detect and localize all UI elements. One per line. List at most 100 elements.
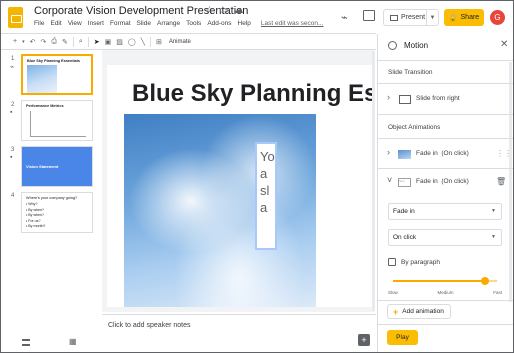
thumbnail-title: Vision Statement [26, 164, 59, 169]
text-box-icon[interactable]: ▣ [105, 38, 112, 46]
effect-select-value: Fade in [393, 208, 415, 215]
notes-divider-handle[interactable] [102, 314, 376, 315]
plus-icon: + [393, 306, 399, 317]
animation-item-2[interactable]: ˅ Text Fade in (On click) 🗑 [378, 171, 513, 193]
panel-divider [378, 138, 513, 139]
comment-add-icon[interactable]: ⊞ [156, 38, 162, 46]
title-icons: ☆ ▭ ☁ [205, 5, 243, 16]
image-icon[interactable]: ▨ [116, 38, 123, 46]
paint-format-icon[interactable]: ✎ [62, 38, 68, 46]
present-options-chevron-icon[interactable]: ▼ [426, 10, 438, 25]
folder-icon[interactable]: ▭ [219, 5, 228, 16]
shape-icon[interactable]: ◯ [128, 38, 136, 46]
canvas-scrollbar[interactable] [372, 51, 375, 311]
slide-transition-label: Slide Transition [388, 69, 433, 76]
add-animation-button[interactable]: + Add animation [387, 304, 451, 319]
slide-thumbnail-2[interactable]: Performance Metrics [21, 100, 93, 141]
menu-tools[interactable]: Tools [186, 20, 201, 27]
chevron-down-icon: ▼ [491, 208, 496, 214]
text-box-line: a [260, 166, 268, 181]
animation-item-1[interactable]: › Fade in (On click) ⋮⋮ [378, 143, 513, 165]
slide-thumbnail-4[interactable]: Where's your company going? • Why? • By … [21, 192, 93, 233]
avatar[interactable]: G [490, 10, 505, 25]
trigger-select[interactable]: On click ▼ [388, 229, 502, 246]
animate-button[interactable]: Animate [169, 39, 191, 45]
slides-logo-icon[interactable] [8, 7, 23, 28]
new-slide-chevron-icon[interactable]: ▾ [22, 39, 25, 45]
cloud-icon[interactable]: ☁ [233, 5, 243, 16]
print-icon[interactable]: ⎙ [51, 38, 57, 46]
share-button[interactable]: 🔒 Share [444, 9, 484, 26]
present-label: Present [401, 14, 426, 21]
menu-add-ons[interactable]: Add-ons [207, 20, 231, 27]
by-paragraph-checkbox[interactable] [388, 258, 396, 266]
menu-format[interactable]: Format [110, 20, 131, 27]
panel-divider [378, 60, 513, 61]
grid-view-icon[interactable]: ▦ [69, 337, 77, 346]
menu-arrange[interactable]: Arrange [157, 20, 180, 27]
speaker-notes-field[interactable]: Click to add speaker notes [108, 322, 191, 329]
comment-indicator-icon: ▪ [10, 109, 13, 116]
text-box-line: a [260, 200, 268, 215]
menu-help[interactable]: Help [238, 20, 251, 27]
panel-title: Motion [404, 41, 429, 50]
toolbar-separator [149, 36, 151, 47]
animation-label: Fade in (On click) [416, 150, 469, 157]
menu-slide[interactable]: Slide [137, 20, 151, 27]
app-window: Corporate Vision Development Presentatio… [0, 0, 514, 353]
zoom-icon[interactable]: ⌕ [79, 38, 83, 46]
present-button[interactable]: Present ▼ [383, 9, 439, 26]
slide-canvas[interactable]: Blue Sky Planning Es [107, 65, 374, 307]
menu-view[interactable]: View [68, 20, 82, 27]
explore-plus-icon[interactable]: + [358, 334, 370, 346]
drag-handle-icon[interactable]: ⋮⋮ [496, 149, 512, 158]
comment-icon[interactable] [363, 10, 375, 21]
speed-label-fast: Fast [493, 290, 502, 295]
star-icon[interactable]: ☆ [205, 5, 214, 16]
thumbnail-title: Where's your company going? [26, 196, 78, 200]
activity-trend-icon[interactable]: ⌁ [341, 11, 348, 24]
speed-label-slow: Slow [388, 290, 398, 295]
speed-slider-thumb[interactable] [480, 277, 489, 285]
filmstrip-view-icon[interactable] [22, 339, 30, 346]
slide-number: 3 [11, 147, 15, 153]
speed-slider[interactable] [393, 277, 497, 285]
trash-icon[interactable]: 🗑 [496, 177, 506, 186]
menu-file[interactable]: File [34, 20, 44, 27]
line-icon[interactable]: ╲ [141, 38, 145, 46]
select-cursor-icon[interactable]: ➤ [94, 38, 100, 46]
new-slide-plus-icon[interactable]: + [13, 38, 17, 45]
chevron-right-icon[interactable]: › [387, 92, 390, 102]
by-paragraph-row[interactable]: By paragraph [388, 258, 440, 266]
thumbnail-bullets: • Why? • By when? • By when? • For us? •… [26, 202, 45, 230]
sky-image[interactable] [124, 114, 316, 307]
trigger-select-value: On click [393, 234, 417, 241]
animation-indicator-icon: ⌁ [10, 64, 15, 71]
slide-thumbnail-3[interactable]: Vision Statement [21, 146, 93, 187]
panel-divider [378, 300, 513, 301]
transition-row[interactable]: › Slide from right [378, 88, 513, 110]
play-button[interactable]: Play [387, 330, 418, 345]
chevron-right-icon[interactable]: › [387, 147, 390, 157]
redo-icon[interactable]: ↷ [40, 38, 46, 46]
last-edit-link[interactable]: Last edit was secon... [261, 20, 324, 27]
panel-divider [378, 324, 513, 325]
animation-effect: Fade in [416, 150, 438, 157]
menu-insert[interactable]: Insert [88, 20, 104, 27]
thumbnail-chart [30, 111, 86, 137]
slide-thumbnail-1[interactable]: Blue Sky Planning Essentials [21, 54, 93, 95]
menu-edit[interactable]: Edit [50, 20, 61, 27]
undo-icon[interactable]: ↶ [30, 38, 36, 46]
panel-divider [378, 83, 513, 84]
toolbar: + ▾ ↶ ↷ ⎙ ✎ ⌕ ➤ ▣ ▨ ◯ ╲ ⊞ Animate [1, 34, 376, 49]
slide-title[interactable]: Blue Sky Planning Es [132, 80, 374, 108]
effect-select[interactable]: Fade in ▼ [388, 203, 502, 220]
speed-label-medium: Medium [437, 290, 454, 295]
slide-number: 4 [11, 193, 15, 199]
panel-divider [378, 168, 513, 169]
thumbnail-title: Blue Sky Planning Essentials [27, 59, 80, 63]
chevron-down-icon[interactable]: ˅ [387, 175, 392, 185]
close-icon[interactable]: ✕ [500, 39, 508, 50]
selected-text-box[interactable]: Yo a sl a [255, 142, 277, 250]
by-paragraph-label: By paragraph [401, 258, 441, 266]
